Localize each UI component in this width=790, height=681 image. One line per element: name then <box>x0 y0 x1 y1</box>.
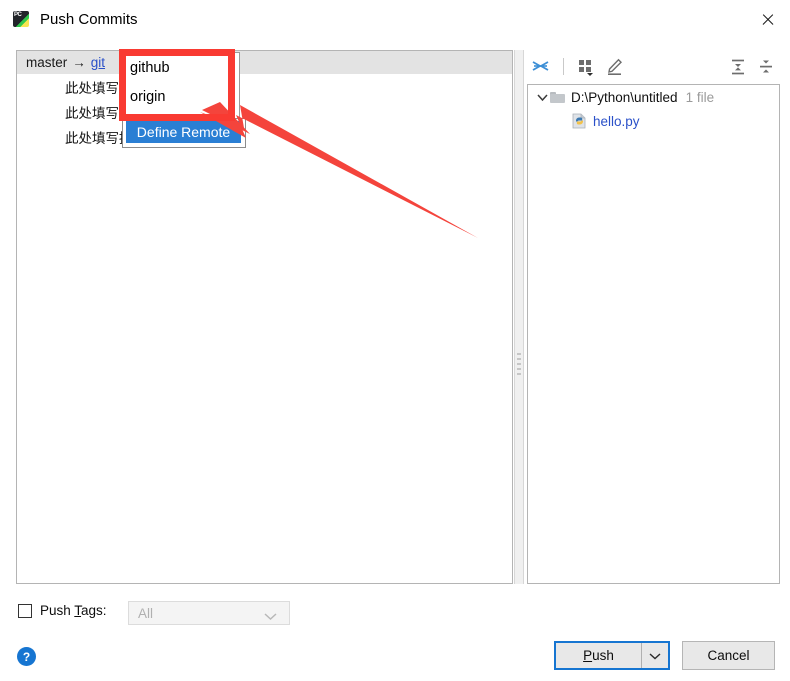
toolbar-separator <box>563 58 564 75</box>
file-name: hello.py <box>593 113 640 129</box>
commit-row[interactable]: 此处填写提交的说明 <box>17 74 512 99</box>
panel-splitter[interactable] <box>514 50 524 584</box>
folder-icon <box>550 91 565 103</box>
help-label: ? <box>22 649 31 664</box>
group-by-icon[interactable] <box>572 54 600 80</box>
remote-option-label: origin <box>130 88 166 105</box>
file-count-label: 1 file <box>685 89 715 105</box>
push-tags-row: Push Tags: <box>18 603 107 618</box>
collapse-all-icon[interactable] <box>752 54 780 80</box>
collapse-to-arrows-icon[interactable] <box>527 54 555 80</box>
remote-option-origin[interactable]: origin <box>123 82 239 111</box>
expand-all-icon[interactable] <box>724 54 752 80</box>
window-title: Push Commits <box>40 10 138 28</box>
define-remote-option[interactable]: Define Remote <box>126 121 241 143</box>
push-tags-label-after: ags: <box>81 603 107 618</box>
push-tags-label-before: Push <box>40 603 75 618</box>
files-panel: D:\Python\untitled 1 file hello.py <box>527 84 780 584</box>
push-button-label: Push <box>583 648 614 663</box>
push-tags-checkbox[interactable] <box>18 603 32 618</box>
push-dropdown-button[interactable] <box>642 643 668 668</box>
chevron-down-icon[interactable] <box>534 93 550 102</box>
close-button[interactable] <box>744 0 790 38</box>
commit-row[interactable]: 此处填写提交的说明 <box>17 124 512 149</box>
python-file-icon <box>572 113 587 129</box>
define-remote-label: Define Remote <box>136 124 231 140</box>
branch-name: master <box>26 55 68 70</box>
remote-option-github[interactable]: github <box>123 53 239 82</box>
tree-row-file[interactable]: hello.py <box>528 109 779 133</box>
remote-option-label: github <box>130 59 170 76</box>
push-button[interactable]: Push <box>556 643 642 668</box>
commits-panel: master → git 此处填写提交的说明 此处填写提交的说明 此处填写提交的… <box>16 50 513 584</box>
push-tags-select-value: All <box>138 605 154 621</box>
push-button-group[interactable]: Push <box>554 641 670 670</box>
help-button[interactable]: ? <box>17 647 36 666</box>
files-toolbar <box>527 52 780 81</box>
repo-header-row[interactable]: master → git <box>17 51 512 74</box>
chevron-down-icon <box>264 609 277 624</box>
remote-target-link[interactable]: git <box>91 55 105 70</box>
push-tags-select[interactable]: All <box>128 601 290 625</box>
chevron-down-icon <box>649 648 661 663</box>
pycharm-icon <box>13 11 29 27</box>
close-icon <box>761 13 774 26</box>
tree-row-directory[interactable]: D:\Python\untitled 1 file <box>528 85 779 109</box>
cancel-button[interactable]: Cancel <box>682 641 775 670</box>
cancel-button-label: Cancel <box>707 648 750 663</box>
arrow-icon: → <box>72 55 86 70</box>
remote-dropdown-popup: github origin <box>122 52 240 122</box>
splitter-handle-dots <box>517 353 523 378</box>
directory-path: D:\Python\untitled <box>571 89 678 105</box>
edit-pencil-icon[interactable] <box>600 54 628 80</box>
commit-row[interactable]: 此处填写提交的说明 <box>17 99 512 124</box>
title-bar: Push Commits <box>0 0 790 38</box>
push-tags-label: Push Tags: <box>40 603 107 618</box>
